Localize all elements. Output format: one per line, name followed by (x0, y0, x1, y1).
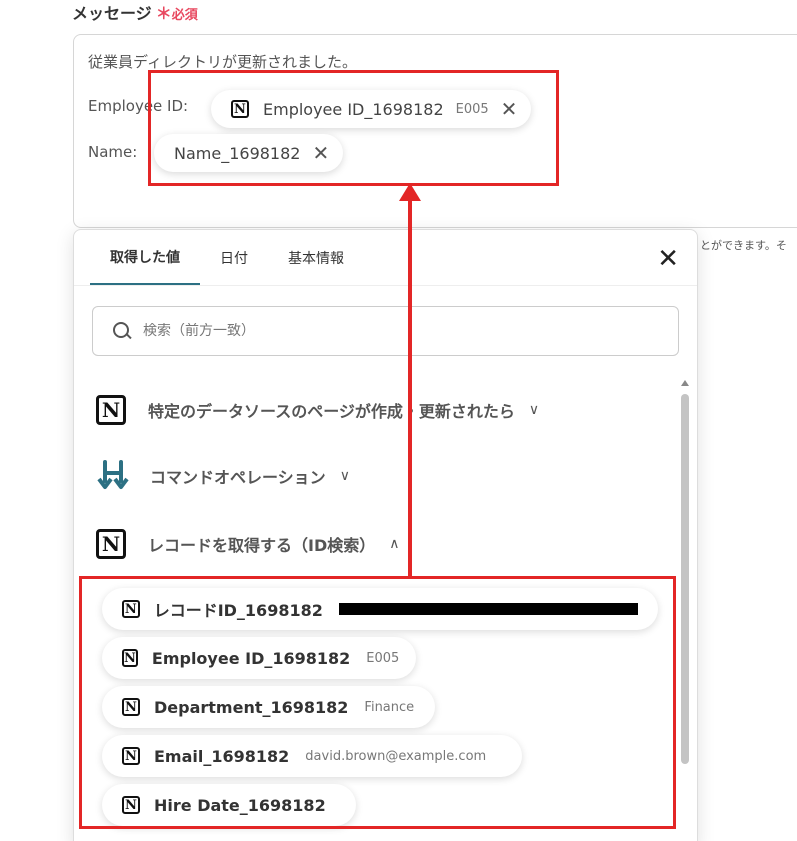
notion-icon: N (231, 100, 249, 118)
command-operation-icon (96, 459, 130, 493)
close-icon[interactable]: ✕ (657, 246, 679, 272)
list-item-employee-id[interactable]: N Employee ID_1698182 E005 (102, 637, 416, 679)
notion-icon: N (96, 529, 126, 559)
name-variable-pill[interactable]: Name_1698182 ✕ (154, 134, 344, 172)
item-name: Department_1698182 (154, 697, 349, 717)
remove-pill-icon[interactable]: ✕ (501, 99, 518, 119)
notion-icon: N (122, 649, 138, 667)
scroll-thumb[interactable] (681, 394, 689, 764)
required-mark: ＊ (155, 4, 172, 23)
tab-basic-info[interactable]: 基本情報 (268, 230, 364, 286)
name-label: Name: (88, 143, 138, 161)
chevron-down-icon: ∨ (528, 402, 540, 418)
list-item-email[interactable]: N Email_1698182 david.brown@example.com (102, 735, 522, 777)
scroll-up-arrow-icon[interactable] (681, 380, 689, 386)
remove-pill-icon[interactable]: ✕ (312, 143, 329, 163)
message-label-text: メッセージ (72, 4, 152, 23)
list-item-hire-date[interactable]: N Hire Date_1698182 (102, 784, 356, 826)
chevron-down-icon: ∨ (339, 468, 350, 484)
chevron-up-icon: ∧ (389, 536, 400, 552)
section-notion-trigger[interactable]: N 特定のデータソースのページが作成・更新されたら ∨ (96, 395, 539, 425)
list-item-record-id[interactable]: N レコードID_1698182 (102, 588, 658, 630)
scrollbar[interactable] (680, 380, 690, 841)
variable-picker-panel: 取得した値 日付 基本情報 ✕ N 特定のデータソースのページが作成・更新された… (73, 229, 698, 841)
item-value: E005 (366, 650, 400, 666)
list-item-department[interactable]: N Department_1698182 Finance (102, 686, 435, 728)
item-name: Hire Date_1698182 (154, 795, 326, 815)
search-box[interactable] (92, 306, 679, 356)
notion-icon: N (122, 747, 140, 765)
section-title: レコードを取得する（ID検索） (148, 536, 376, 555)
tab-date[interactable]: 日付 (200, 230, 268, 286)
search-icon (113, 322, 131, 340)
notion-icon: N (122, 698, 140, 716)
pill-label: Employee ID_1698182 (263, 99, 444, 119)
notion-icon: N (96, 395, 126, 425)
message-line-1: 従業員ディレクトリが更新されました。 (88, 53, 357, 71)
employee-id-variable-pill[interactable]: N Employee ID_1698182 E005 ✕ (211, 90, 532, 128)
item-name: Employee ID_1698182 (151, 648, 351, 668)
item-name: レコードID_1698182 (153, 601, 323, 620)
redacted-value (338, 603, 638, 615)
tab-bar: 取得した値 日付 基本情報 (90, 230, 364, 286)
helper-text: とができます。そ (700, 239, 787, 252)
notion-icon: N (122, 796, 140, 814)
pill-label: Name_1698182 (174, 143, 301, 163)
item-value: Finance (364, 699, 415, 715)
section-command-operation[interactable]: コマンドオペレーション ∨ (96, 459, 350, 493)
message-field-label: メッセージ ＊必須 (72, 0, 198, 24)
employee-id-label: Employee ID: (88, 97, 189, 115)
pill-value: E005 (455, 101, 489, 117)
search-input[interactable] (143, 323, 643, 339)
tab-divider (74, 285, 697, 286)
annotation-arrow-shaft (408, 196, 412, 576)
message-editor[interactable]: 従業員ディレクトリが更新されました。 Employee ID: Name: N … (73, 34, 797, 228)
section-get-record[interactable]: N レコードを取得する（ID検索） ∧ (96, 529, 400, 559)
section-title: コマンドオペレーション (150, 468, 326, 487)
section-title: 特定のデータソースのページが作成・更新されたら (148, 402, 515, 421)
annotation-arrow-head-icon (399, 183, 421, 201)
tab-acquired-values[interactable]: 取得した値 (90, 230, 200, 286)
notion-icon: N (122, 600, 140, 618)
item-name: Email_1698182 (154, 746, 290, 766)
item-value: david.brown@example.com (305, 748, 487, 764)
required-text: 必須 (171, 8, 198, 23)
